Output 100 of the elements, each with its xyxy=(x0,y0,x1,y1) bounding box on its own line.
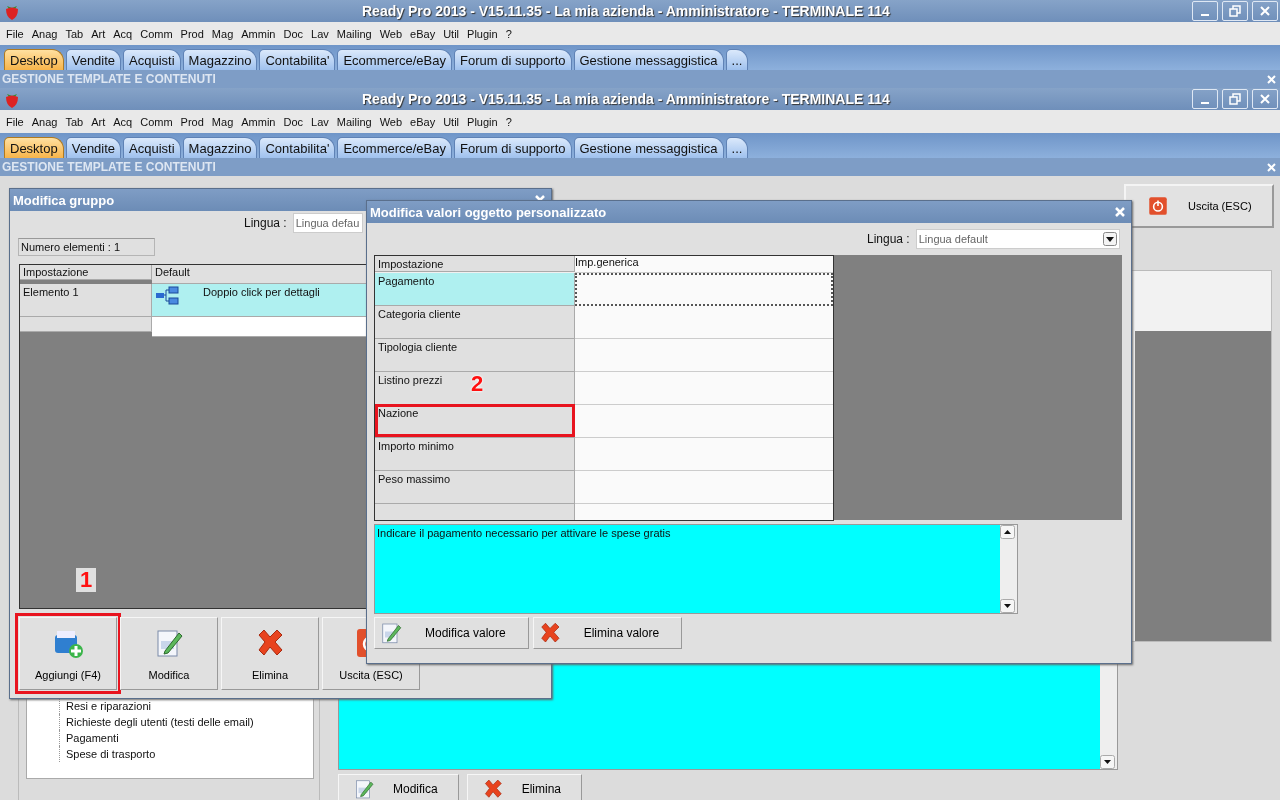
edit-document-icon xyxy=(379,621,403,645)
menu-item[interactable]: ? xyxy=(501,115,516,128)
table-cell[interactable]: Categoria cliente xyxy=(375,306,575,339)
tree-diagram-icon xyxy=(155,286,179,306)
menu-item[interactable]: Acq xyxy=(109,27,137,40)
tab[interactable]: Acquisti xyxy=(123,137,181,158)
minimize-button[interactable] xyxy=(1192,89,1218,109)
menu-item[interactable]: Art xyxy=(87,115,110,128)
close-button[interactable] xyxy=(1252,89,1278,109)
menu-item[interactable]: Ammin xyxy=(237,115,280,128)
menu-item[interactable]: Art xyxy=(87,27,110,40)
tree-item[interactable]: Spese di trasporto xyxy=(59,746,313,762)
close-icon[interactable] xyxy=(1267,162,1276,172)
menu-item[interactable]: Util xyxy=(439,27,464,40)
minimize-icon xyxy=(1201,102,1209,104)
menu-item[interactable]: File xyxy=(2,115,28,128)
field-label: Lingua : xyxy=(244,216,287,230)
menu-item[interactable]: Acq xyxy=(109,115,137,128)
menu-item[interactable]: Mailing xyxy=(332,115,376,128)
window-title: Ready Pro 2013 - V15.11.35 - La mia azienda - Amministratore - TERMINALE 114 xyxy=(362,3,890,19)
field-label: Lingua : xyxy=(867,232,910,246)
tab[interactable]: ... xyxy=(725,49,749,70)
tab[interactable]: ... xyxy=(725,137,749,158)
section-title: GESTIONE TEMPLATE E CONTENUTI xyxy=(2,160,216,174)
close-icon xyxy=(1260,6,1270,16)
minimize-icon xyxy=(1201,14,1209,16)
menu-item[interactable]: Plugin xyxy=(463,115,502,128)
menu-item[interactable]: Comm xyxy=(136,27,177,40)
menu-item[interactable]: eBay xyxy=(406,27,440,40)
column-header: Impostazione xyxy=(20,265,152,280)
close-icon[interactable] xyxy=(1267,74,1276,84)
toolbar-button[interactable]: Elimina xyxy=(221,617,319,690)
table-cell[interactable]: Peso massimo xyxy=(375,471,575,504)
toolbar-button[interactable]: Modifica valore xyxy=(374,617,529,649)
tree-item[interactable]: Richieste degli utenti (testi delle email) xyxy=(59,714,313,730)
menu-item[interactable]: Mag xyxy=(207,27,238,40)
dialog-title: Modifica gruppo xyxy=(13,192,115,208)
menu-item[interactable]: Comm xyxy=(136,115,177,128)
column-header: Impostazione xyxy=(375,256,575,272)
edit-document-icon xyxy=(353,778,375,800)
menu-item[interactable]: Ammin xyxy=(237,27,280,40)
tab[interactable]: Gestione messaggistica xyxy=(573,49,724,70)
tab[interactable]: Ecommerce/eBay xyxy=(337,137,452,158)
menu-item[interactable]: Doc xyxy=(279,115,308,128)
tab[interactable]: Ecommerce/eBay xyxy=(337,49,452,70)
menu-item[interactable]: ? xyxy=(501,27,516,40)
minimize-button[interactable] xyxy=(1192,1,1218,21)
tab[interactable]: Vendite xyxy=(65,137,122,158)
menu-item[interactable]: Tab xyxy=(61,115,88,128)
tab[interactable]: Contabilita' xyxy=(259,137,336,158)
tab[interactable]: Magazzino xyxy=(182,137,258,158)
menu-item[interactable]: eBay xyxy=(406,115,440,128)
exit-button[interactable]: Uscita (ESC) xyxy=(1124,184,1274,228)
tab[interactable]: Forum di supporto xyxy=(454,49,572,70)
tab[interactable]: Contabilita' xyxy=(259,49,336,70)
menu-item[interactable]: Tab xyxy=(61,27,88,40)
menu-item[interactable]: Lav xyxy=(307,27,333,40)
restore-icon xyxy=(1229,93,1241,105)
toolbar-button[interactable]: Modifica xyxy=(338,774,459,800)
callout-number: 1 xyxy=(76,568,97,592)
menu-item[interactable]: Util xyxy=(439,115,464,128)
callout-number: 2 xyxy=(471,371,484,398)
restore-button[interactable] xyxy=(1222,1,1248,21)
menu-item[interactable]: Prod xyxy=(176,115,208,128)
scrollbar[interactable] xyxy=(1000,525,1017,613)
tab[interactable]: Magazzino xyxy=(182,49,258,70)
language-dropdown[interactable]: Lingua default xyxy=(915,229,1120,249)
language-field[interactable]: Lingua defau xyxy=(292,213,363,233)
tab[interactable]: Vendite xyxy=(65,49,122,70)
menu-item[interactable]: Mailing xyxy=(332,27,376,40)
menu-item[interactable]: Mag xyxy=(207,115,238,128)
menu-item[interactable]: Prod xyxy=(176,27,208,40)
table-cell[interactable]: Importo minimo xyxy=(375,438,575,471)
dialog-title: Modifica valori oggetto personalizzato xyxy=(370,204,607,220)
restore-button[interactable] xyxy=(1222,89,1248,109)
toolbar-button[interactable]: Elimina valore xyxy=(532,617,683,649)
menu-item[interactable]: Web xyxy=(375,27,407,40)
menu-item[interactable]: Lav xyxy=(307,115,333,128)
close-icon xyxy=(1260,94,1270,104)
menu-item[interactable]: Doc xyxy=(279,27,308,40)
table-cell[interactable]: Tipologia cliente xyxy=(375,339,575,372)
tab[interactable]: Gestione messaggistica xyxy=(573,137,724,158)
tab[interactable]: Desktop xyxy=(4,137,64,158)
tab[interactable]: Forum di supporto xyxy=(454,137,572,158)
value-field[interactable] xyxy=(575,273,833,306)
column-header: Imp.generica xyxy=(575,256,833,273)
toolbar-button[interactable]: Elimina xyxy=(466,774,583,800)
toolbar-button[interactable]: Modifica xyxy=(120,617,218,690)
menu-item[interactable]: Anag xyxy=(27,27,62,40)
window-title: Ready Pro 2013 - V15.11.35 - La mia azienda - Amministratore - TERMINALE 114 xyxy=(362,91,890,107)
tab[interactable]: Acquisti xyxy=(123,49,181,70)
tab[interactable]: Desktop xyxy=(4,49,64,70)
close-icon[interactable] xyxy=(1115,207,1125,217)
close-button[interactable] xyxy=(1252,1,1278,21)
menu-item[interactable]: Web xyxy=(375,115,407,128)
menu-item[interactable]: Plugin xyxy=(463,27,502,40)
menu-item[interactable]: Anag xyxy=(27,115,62,128)
menu-item[interactable]: File xyxy=(2,27,28,40)
tree-item[interactable]: Pagamenti xyxy=(59,730,313,746)
table-cell[interactable]: Pagamento xyxy=(375,273,575,306)
